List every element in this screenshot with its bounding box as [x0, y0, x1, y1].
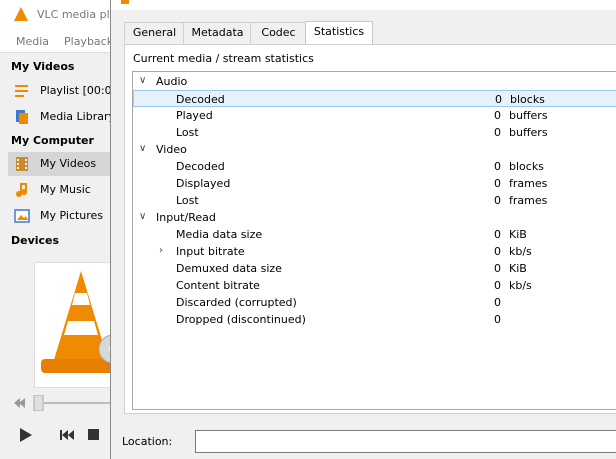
tab-general[interactable]: General [124, 22, 185, 44]
tree-group-video[interactable]: ∨ Video [133, 141, 616, 158]
row-name: Displayed [176, 177, 231, 190]
previous-icon[interactable] [60, 429, 74, 441]
row-name: Decoded [176, 160, 225, 173]
row-name: Dropped (discontinued) [176, 313, 306, 326]
tree-row-video-decoded[interactable]: Decoded 0 blocks [133, 158, 616, 175]
sidebar-item-my-music[interactable]: My Music [8, 178, 113, 202]
dialog-title-bar [111, 0, 616, 10]
film-icon [16, 157, 28, 171]
playlist-icon [15, 85, 28, 97]
media-library-icon [16, 110, 28, 124]
vlc-cone-icon [121, 0, 129, 4]
stop-icon[interactable] [88, 429, 99, 440]
picture-icon [14, 209, 30, 223]
panel-title: Current media / stream statistics [133, 52, 314, 65]
row-value: 0 [494, 126, 501, 139]
row-value: 0 [494, 245, 501, 258]
tree-row-audio-lost[interactable]: Lost 0 buffers [133, 124, 616, 141]
chevron-down-icon[interactable]: ∨ [139, 143, 146, 154]
row-value: 0 [494, 279, 501, 292]
section-my-computer: My Computer [11, 134, 94, 147]
location-input[interactable] [195, 430, 616, 453]
row-name: Demuxed data size [176, 262, 282, 275]
row-value: 0 [494, 109, 501, 122]
location-label: Location: [122, 435, 173, 448]
row-value: 0 [495, 93, 502, 106]
statistics-tree[interactable]: ∨ Audio Decoded 0 blocks Played 0 buffer… [132, 71, 616, 410]
row-unit: frames [509, 177, 548, 190]
row-value: 0 [494, 160, 501, 173]
sidebar-item-label: Playlist [00:00 [40, 84, 119, 97]
tree-row-audio-decoded[interactable]: Decoded 0 blocks [133, 90, 616, 107]
chevron-down-icon[interactable]: ∨ [139, 75, 146, 86]
row-unit: buffers [509, 126, 548, 139]
tree-row-demuxed-data-size[interactable]: Demuxed data size 0 KiB [133, 260, 616, 277]
group-label: Input/Read [156, 211, 216, 224]
row-unit: blocks [509, 160, 544, 173]
row-name: Content bitrate [176, 279, 260, 292]
menu-playback[interactable]: Playback [64, 35, 113, 48]
sidebar-item-label: Media Library [40, 110, 115, 123]
row-unit: kb/s [509, 245, 532, 258]
sidebar-item-playlist[interactable]: Playlist [00:00 [8, 79, 119, 103]
row-name: Discarded (corrupted) [176, 296, 297, 309]
menu-media[interactable]: Media [16, 35, 49, 48]
row-value: 0 [494, 296, 501, 309]
sidebar-item-label: My Pictures [40, 209, 104, 222]
tree-row-audio-played[interactable]: Played 0 buffers [133, 107, 616, 124]
tree-row-input-bitrate[interactable]: › Input bitrate 0 kb/s [133, 243, 616, 260]
row-name: Decoded [176, 93, 225, 106]
play-icon[interactable] [18, 427, 34, 443]
row-name: Played [176, 109, 213, 122]
row-name: Lost [176, 126, 199, 139]
row-value: 0 [494, 262, 501, 275]
chevron-right-icon[interactable]: › [159, 245, 163, 256]
group-label: Video [156, 143, 187, 156]
row-value: 0 [494, 194, 501, 207]
row-unit: KiB [509, 228, 527, 241]
row-value: 0 [494, 177, 501, 190]
media-information-dialog: General Metadata Codec Statistics Curren… [110, 0, 616, 459]
tree-row-media-data-size[interactable]: Media data size 0 KiB [133, 226, 616, 243]
sidebar-item-my-pictures[interactable]: My Pictures [8, 204, 113, 228]
vlc-cone-icon [14, 7, 28, 21]
row-unit: KiB [509, 262, 527, 275]
group-label: Audio [156, 75, 188, 88]
tree-group-audio[interactable]: ∨ Audio [133, 73, 616, 90]
row-name: Lost [176, 194, 199, 207]
section-devices: Devices [11, 234, 60, 247]
tree-row-video-displayed[interactable]: Displayed 0 frames [133, 175, 616, 192]
sidebar-item-media-library[interactable]: Media Library [8, 105, 115, 129]
section-my-videos: My Videos [11, 60, 75, 73]
row-value: 0 [494, 313, 501, 326]
statistics-panel: Current media / stream statistics ∨ Audi… [124, 44, 616, 414]
tab-codec[interactable]: Codec [250, 22, 307, 44]
music-note-icon [16, 183, 27, 197]
row-unit: kb/s [509, 279, 532, 292]
sidebar-item-label: My Music [40, 183, 91, 196]
tree-group-input-read[interactable]: ∨ Input/Read [133, 209, 616, 226]
row-unit: buffers [509, 109, 548, 122]
sidebar-item-label: My Videos [40, 157, 97, 170]
row-unit: blocks [510, 93, 545, 106]
row-name: Media data size [176, 228, 263, 241]
tree-row-dropped[interactable]: Dropped (discontinued) 0 [133, 311, 616, 328]
tree-row-video-lost[interactable]: Lost 0 frames [133, 192, 616, 209]
vlc-window-title: VLC media pla [37, 8, 117, 21]
row-name: Input bitrate [176, 245, 245, 258]
tab-metadata[interactable]: Metadata [183, 22, 252, 44]
tree-row-content-bitrate[interactable]: Content bitrate 0 kb/s [133, 277, 616, 294]
sidebar-item-my-videos[interactable]: My Videos [8, 152, 113, 176]
row-unit: frames [509, 194, 548, 207]
row-value: 0 [494, 228, 501, 241]
tree-row-discarded[interactable]: Discarded (corrupted) 0 [133, 294, 616, 311]
tab-statistics[interactable]: Statistics [305, 21, 373, 45]
chevron-down-icon[interactable]: ∨ [139, 211, 146, 222]
